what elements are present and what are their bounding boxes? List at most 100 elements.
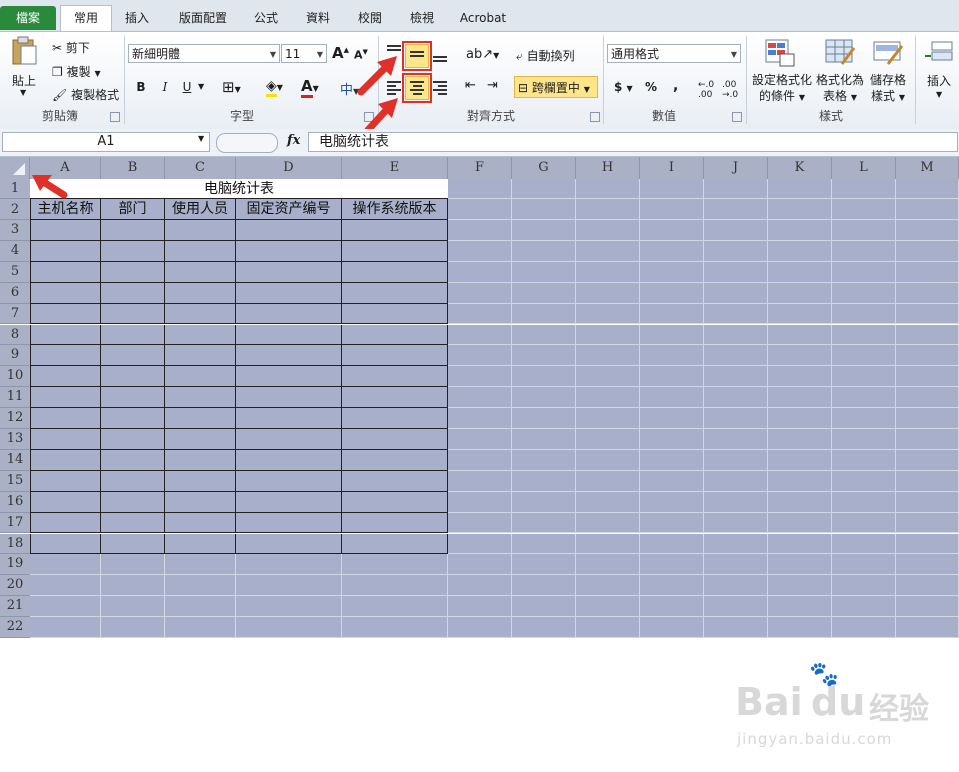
currency-button[interactable]: $ ▼ <box>614 80 633 94</box>
cell-j13[interactable] <box>704 429 768 450</box>
cell-e3[interactable] <box>342 220 448 241</box>
tab-insert[interactable]: 插入 <box>115 6 159 30</box>
cell-l13[interactable] <box>832 429 896 450</box>
cell-c9[interactable] <box>165 345 236 367</box>
cell-l14[interactable] <box>832 449 896 471</box>
cell-k14[interactable] <box>768 449 832 471</box>
tab-data[interactable]: 資料 <box>296 6 340 30</box>
cell-b18[interactable] <box>101 533 165 555</box>
cell-i8[interactable] <box>640 324 704 346</box>
cell-m2[interactable] <box>896 199 959 220</box>
column-header-d[interactable]: D <box>236 157 342 179</box>
cell-d6[interactable] <box>236 282 342 304</box>
insert-cells-button[interactable] <box>924 38 954 68</box>
row-header-18[interactable]: 18 <box>0 533 30 555</box>
fill-color-button[interactable]: ◈▼ <box>266 78 283 97</box>
cell-e20[interactable] <box>342 575 448 597</box>
cell-b12[interactable] <box>101 408 165 429</box>
cell-l17[interactable] <box>832 512 896 534</box>
cell-j2[interactable] <box>704 199 768 220</box>
select-all-corner[interactable] <box>0 157 30 179</box>
cell-i13[interactable] <box>640 429 704 450</box>
cell-c17[interactable] <box>165 512 236 534</box>
cell-f17[interactable] <box>448 512 512 534</box>
cell-f5[interactable] <box>448 261 512 283</box>
cell-k21[interactable] <box>768 596 832 618</box>
cell-g4[interactable] <box>512 240 576 262</box>
cell-f16[interactable] <box>448 491 512 513</box>
cell-c8[interactable] <box>165 324 236 346</box>
cell-b3[interactable] <box>101 220 165 241</box>
tab-page-layout[interactable]: 版面配置 <box>168 6 238 30</box>
format-as-table-button[interactable] <box>824 38 856 68</box>
cell-k2[interactable] <box>768 199 832 220</box>
cell-e11[interactable] <box>342 387 448 409</box>
cell-c21[interactable] <box>165 596 236 618</box>
cell-i5[interactable] <box>640 261 704 283</box>
cell-l12[interactable] <box>832 408 896 429</box>
cell-b6[interactable] <box>101 282 165 304</box>
format-painter-button[interactable]: 🖌 複製格式 <box>52 86 119 103</box>
column-header-g[interactable]: G <box>512 157 576 179</box>
cell-l11[interactable] <box>832 387 896 409</box>
cell-l15[interactable] <box>832 470 896 492</box>
cell-l8[interactable] <box>832 324 896 346</box>
cell-g11[interactable] <box>512 387 576 409</box>
cell-d13[interactable] <box>236 429 342 450</box>
cell-m12[interactable] <box>896 408 959 429</box>
cell-c20[interactable] <box>165 575 236 597</box>
cell-d19[interactable] <box>236 554 342 576</box>
cell-l22[interactable] <box>832 617 896 638</box>
cell-f1[interactable] <box>448 179 512 199</box>
table-header-cell[interactable]: 固定资产编号 <box>236 199 342 220</box>
bold-button[interactable]: B <box>132 76 150 98</box>
cell-g9[interactable] <box>512 345 576 367</box>
tab-review[interactable]: 校閱 <box>348 6 392 30</box>
cell-i20[interactable] <box>640 575 704 597</box>
cell-m19[interactable] <box>896 554 959 576</box>
cell-f3[interactable] <box>448 220 512 241</box>
cell-k12[interactable] <box>768 408 832 429</box>
cell-l2[interactable] <box>832 199 896 220</box>
cell-i6[interactable] <box>640 282 704 304</box>
cell-j6[interactable] <box>704 282 768 304</box>
cell-j11[interactable] <box>704 387 768 409</box>
cell-g20[interactable] <box>512 575 576 597</box>
cell-m8[interactable] <box>896 324 959 346</box>
cell-h5[interactable] <box>576 261 640 283</box>
cell-k3[interactable] <box>768 220 832 241</box>
cell-l9[interactable] <box>832 345 896 367</box>
formula-bar-splitter[interactable] <box>216 133 278 153</box>
cell-e7[interactable] <box>342 303 448 325</box>
cell-k4[interactable] <box>768 240 832 262</box>
column-header-b[interactable]: B <box>101 157 165 179</box>
cell-m6[interactable] <box>896 282 959 304</box>
cell-c18[interactable] <box>165 533 236 555</box>
cell-j14[interactable] <box>704 449 768 471</box>
cell-f9[interactable] <box>448 345 512 367</box>
row-header-17[interactable]: 17 <box>0 512 30 534</box>
cell-k10[interactable] <box>768 366 832 388</box>
cell-c10[interactable] <box>165 366 236 388</box>
cell-h12[interactable] <box>576 408 640 429</box>
cell-a20[interactable] <box>30 575 101 597</box>
conditional-format-button[interactable] <box>764 38 796 68</box>
cell-j21[interactable] <box>704 596 768 618</box>
cell-m10[interactable] <box>896 366 959 388</box>
cell-k17[interactable] <box>768 512 832 534</box>
cell-d15[interactable] <box>236 470 342 492</box>
row-header-8[interactable]: 8 <box>0 324 30 346</box>
wrap-text-button[interactable]: ⤶ 自動換列 <box>516 47 575 64</box>
number-format-combo[interactable]: 通用格式 ▼ <box>607 44 741 63</box>
cell-b11[interactable] <box>101 387 165 409</box>
cell-d5[interactable] <box>236 261 342 283</box>
cell-j19[interactable] <box>704 554 768 576</box>
cell-g18[interactable] <box>512 533 576 555</box>
cell-e21[interactable] <box>342 596 448 618</box>
column-header-h[interactable]: H <box>576 157 640 179</box>
cell-a13[interactable] <box>30 429 101 450</box>
cell-k5[interactable] <box>768 261 832 283</box>
cell-d8[interactable] <box>236 324 342 346</box>
cell-f2[interactable] <box>448 199 512 220</box>
cell-f19[interactable] <box>448 554 512 576</box>
